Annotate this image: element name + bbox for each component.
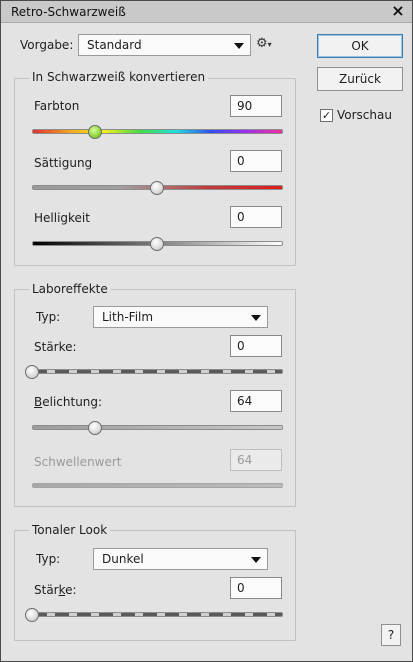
exposure-slider-knob[interactable]	[88, 421, 102, 435]
preset-value: Standard	[87, 38, 142, 52]
saturation-input[interactable]: 0	[230, 150, 282, 172]
threshold-input: 64	[230, 449, 282, 471]
brightness-label: Helligkeit	[34, 211, 90, 225]
exposure-input[interactable]: 64	[230, 390, 282, 412]
lab-strength-input[interactable]: 0	[230, 335, 282, 357]
hue-label: Farbton	[34, 99, 80, 113]
tonal-type-select[interactable]: Dunkel	[93, 548, 268, 570]
title-bar: Retro-Schwarzweiß ×	[1, 1, 412, 23]
brightness-slider-knob[interactable]	[150, 237, 164, 251]
lab-type-value: Lith-Film	[102, 310, 154, 324]
saturation-label: Sättigung	[34, 156, 93, 170]
threshold-label: Schwellenwert	[34, 455, 122, 469]
window-title: Retro-Schwarzweiß	[11, 5, 126, 19]
ok-button[interactable]: OK	[317, 34, 403, 58]
lab-strength-label: Stärke:	[34, 340, 77, 354]
exposure-slider-track[interactable]	[32, 425, 283, 430]
tonal-strength-slider-knob[interactable]	[25, 608, 39, 622]
threshold-slider-track	[32, 483, 283, 488]
tonal-strength-label: Stärke:	[34, 583, 77, 597]
tonal-look-title: Tonaler Look	[29, 523, 111, 537]
lab-type-select[interactable]: Lith-Film	[93, 306, 268, 328]
preview-checkbox[interactable]: ✓	[320, 109, 333, 122]
saturation-slider-knob[interactable]	[150, 181, 164, 195]
hue-input[interactable]: 90	[230, 95, 282, 117]
preset-label: Vorgabe:	[20, 38, 74, 52]
close-icon[interactable]: ×	[390, 2, 406, 20]
brightness-input[interactable]: 0	[230, 206, 282, 228]
lab-type-label: Typ:	[36, 310, 61, 324]
chevron-down-icon	[251, 315, 261, 321]
bw-group-title: In Schwarzweiß konvertieren	[29, 70, 209, 84]
lab-strength-slider-knob[interactable]	[25, 365, 39, 379]
preset-select[interactable]: Standard	[78, 34, 251, 56]
tonal-type-label: Typ:	[36, 552, 61, 566]
exposure-label: Belichtung:	[34, 395, 103, 409]
tonal-type-value: Dunkel	[102, 552, 144, 566]
reset-button[interactable]: Zurück	[317, 67, 403, 91]
dialog-window: Retro-Schwarzweiß × Vorgabe: Standard ⚙▾…	[0, 0, 413, 662]
hue-slider-knob[interactable]	[88, 125, 102, 139]
gear-icon[interactable]: ⚙▾	[256, 36, 272, 51]
lab-strength-slider-track[interactable]	[32, 369, 283, 374]
lab-effects-title: Laboreffekte	[29, 282, 111, 296]
tonal-strength-input[interactable]: 0	[230, 577, 282, 599]
chevron-down-icon	[251, 557, 261, 563]
help-button[interactable]: ?	[381, 624, 401, 646]
tonal-strength-slider-track[interactable]	[32, 612, 283, 617]
preview-label: Vorschau	[337, 108, 392, 122]
hue-slider-track[interactable]	[32, 129, 283, 134]
chevron-down-icon	[234, 43, 244, 49]
